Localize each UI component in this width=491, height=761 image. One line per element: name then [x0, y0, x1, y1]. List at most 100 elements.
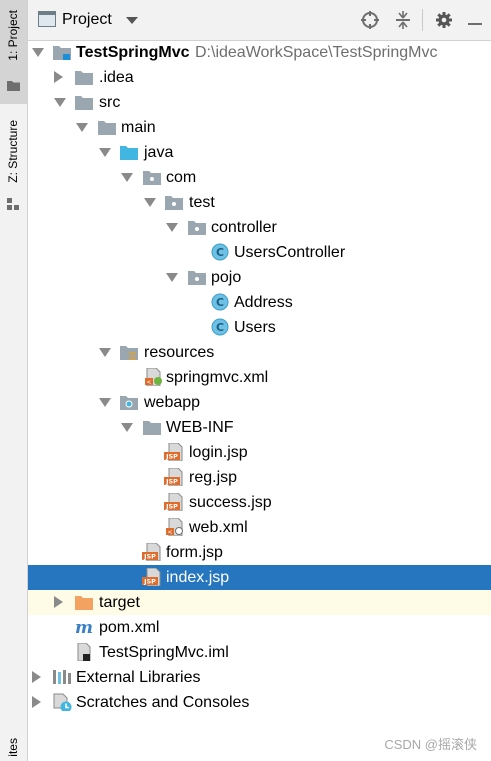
- structure-tool-tab[interactable]: Z: Structure: [0, 112, 27, 218]
- tree-row-test[interactable]: test: [28, 190, 491, 215]
- web-xml-label: web.xml: [189, 519, 248, 536]
- collapse-all-button[interactable]: [392, 9, 414, 31]
- pojo-package-label: pojo: [211, 269, 242, 286]
- expand-arrow-icon[interactable]: [32, 48, 44, 57]
- jsp-file-icon: JSP: [142, 568, 161, 586]
- svg-text:<: <: [146, 379, 151, 386]
- settings-button[interactable]: [433, 9, 455, 31]
- collapse-icon: [396, 11, 410, 29]
- tree-row-main[interactable]: main: [28, 115, 491, 140]
- tree-row-src[interactable]: src: [28, 90, 491, 115]
- success-jsp-label: success.jsp: [189, 494, 272, 511]
- tree-row-success-jsp[interactable]: JSP success.jsp: [28, 490, 491, 515]
- jsp-file-icon: JSP: [142, 543, 161, 561]
- login-jsp-label: login.jsp: [189, 444, 248, 461]
- expand-arrow-icon[interactable]: [99, 398, 111, 407]
- reg-jsp-label: reg.jsp: [189, 469, 238, 486]
- expand-arrow-icon[interactable]: [121, 423, 133, 432]
- tree-row-web-xml[interactable]: < web.xml: [28, 515, 491, 540]
- jsp-badge-text: JSP: [165, 503, 178, 511]
- project-tool-tab-label: 1: Project: [6, 10, 20, 61]
- jsp-file-icon: JSP: [164, 493, 183, 511]
- web-folder-icon: [120, 396, 138, 410]
- collapse-arrow-icon[interactable]: [32, 696, 41, 708]
- project-tool-tab[interactable]: 1: Project: [0, 0, 27, 104]
- scratches-label: Scratches and Consoles: [76, 694, 250, 711]
- tree-row-pom-xml[interactable]: m pom.xml: [28, 615, 491, 640]
- springmvc-xml-label: springmvc.xml: [166, 369, 269, 386]
- tree-row-users[interactable]: C Users: [28, 315, 491, 340]
- package-icon: [143, 171, 161, 185]
- project-tree: TestSpringMvc D:\ideaWorkSpace\TestSprin…: [28, 40, 491, 740]
- tree-row-resources[interactable]: resources: [28, 340, 491, 365]
- project-view-title[interactable]: Project: [62, 11, 112, 29]
- expand-arrow-icon[interactable]: [99, 348, 111, 357]
- tree-row-java[interactable]: java: [28, 140, 491, 165]
- tree-row-users-controller[interactable]: C UsersController: [28, 240, 491, 265]
- expand-arrow-icon[interactable]: [76, 123, 88, 132]
- tree-row-root[interactable]: TestSpringMvc D:\ideaWorkSpace\TestSprin…: [28, 40, 491, 65]
- hide-icon: [468, 23, 482, 25]
- scratches-icon: [53, 693, 72, 711]
- tool-window-strip: 1: Project Z: Structure ites: [0, 0, 28, 761]
- jsp-badge-text: JSP: [165, 453, 178, 461]
- tree-row-target[interactable]: target: [28, 590, 491, 615]
- class-badge-letter: C: [216, 321, 224, 334]
- form-jsp-label: form.jsp: [166, 544, 223, 561]
- class-icon: C: [211, 293, 229, 311]
- expand-arrow-icon[interactable]: [121, 173, 133, 182]
- tree-row-iml[interactable]: TestSpringMvc.iml: [28, 640, 491, 665]
- header-divider: [422, 9, 423, 31]
- folder-icon: [75, 96, 93, 110]
- address-class-label: Address: [234, 294, 293, 311]
- collapse-arrow-icon[interactable]: [54, 596, 63, 608]
- idea-folder-label: .idea: [99, 69, 134, 86]
- tree-row-scratches[interactable]: Scratches and Consoles: [28, 690, 491, 715]
- expand-arrow-icon[interactable]: [99, 148, 111, 157]
- favorites-tool-tab[interactable]: ites: [0, 736, 27, 761]
- folder-icon: [75, 71, 93, 85]
- tree-row-idea[interactable]: .idea: [28, 65, 491, 90]
- tree-row-external-libraries[interactable]: External Libraries: [28, 665, 491, 690]
- package-icon: [188, 271, 206, 285]
- tree-row-login-jsp[interactable]: JSP login.jsp: [28, 440, 491, 465]
- collapse-arrow-icon[interactable]: [32, 671, 41, 683]
- tree-row-index-jsp[interactable]: JSP index.jsp: [28, 565, 491, 590]
- expand-arrow-icon[interactable]: [166, 223, 178, 232]
- iml-file-label: TestSpringMvc.iml: [99, 644, 229, 661]
- tree-row-controller[interactable]: controller: [28, 215, 491, 240]
- webapp-folder-label: webapp: [144, 394, 201, 411]
- folder-icon: [7, 81, 20, 91]
- svg-text:<: <: [167, 529, 172, 536]
- web-inf-folder-label: WEB-INF: [166, 419, 234, 436]
- expand-arrow-icon[interactable]: [166, 273, 178, 282]
- collapse-arrow-icon[interactable]: [54, 71, 63, 83]
- jsp-badge-text: JSP: [165, 478, 178, 486]
- gear-icon: [436, 12, 452, 28]
- tree-row-web-inf[interactable]: WEB-INF: [28, 415, 491, 440]
- expand-arrow-icon[interactable]: [144, 198, 156, 207]
- tree-row-springmvc-xml[interactable]: < springmvc.xml: [28, 365, 491, 390]
- tree-row-com[interactable]: com: [28, 165, 491, 190]
- users-controller-label: UsersController: [234, 244, 346, 261]
- jsp-badge-text: JSP: [143, 553, 156, 561]
- tree-row-reg-jsp[interactable]: JSP reg.jsp: [28, 465, 491, 490]
- resources-folder-label: resources: [144, 344, 215, 361]
- structure-tool-tab-label: Z: Structure: [6, 120, 20, 183]
- root-module-path: D:\ideaWorkSpace\TestSpringMvc: [195, 44, 438, 61]
- hide-button[interactable]: [464, 9, 486, 31]
- expand-arrow-icon[interactable]: [54, 98, 66, 107]
- maven-icon: m: [75, 618, 93, 636]
- tree-row-webapp[interactable]: webapp: [28, 390, 491, 415]
- jsp-badge-text: JSP: [143, 578, 156, 586]
- pom-xml-label: pom.xml: [99, 619, 160, 636]
- locate-button[interactable]: [359, 9, 381, 31]
- tree-row-pojo[interactable]: pojo: [28, 265, 491, 290]
- com-package-label: com: [166, 169, 197, 186]
- watermark: CSDN @摇滚侠: [384, 737, 477, 752]
- library-icon: [53, 670, 71, 684]
- users-class-label: Users: [234, 319, 276, 336]
- tree-row-address[interactable]: C Address: [28, 290, 491, 315]
- tree-row-form-jsp[interactable]: JSP form.jsp: [28, 540, 491, 565]
- chevron-down-icon[interactable]: [126, 17, 138, 24]
